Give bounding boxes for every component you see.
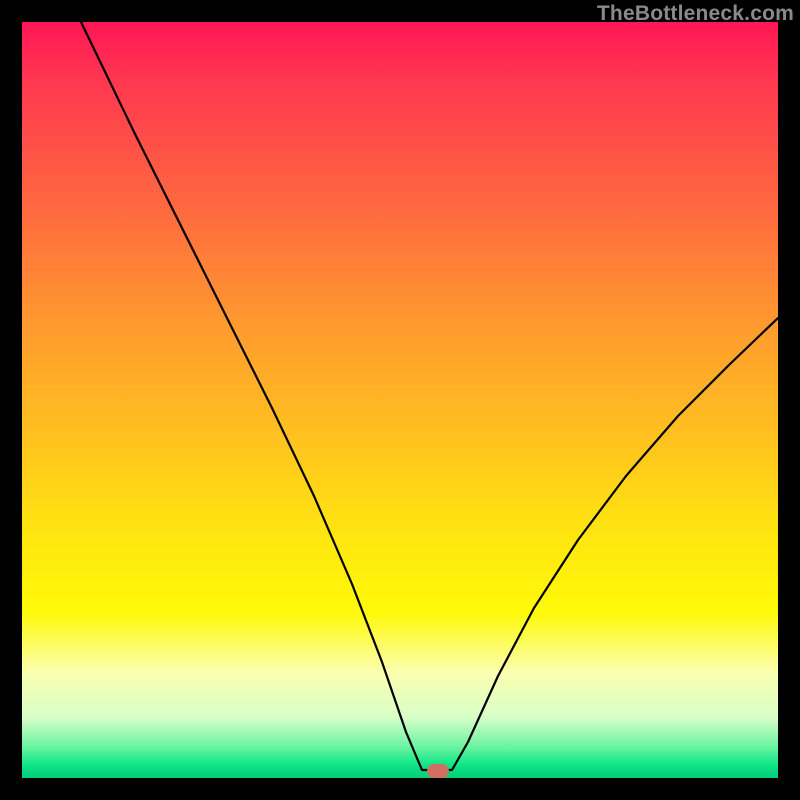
bottleneck-curve [22, 22, 778, 778]
curve-path [81, 22, 778, 770]
optimal-marker [427, 764, 449, 778]
chart-frame: TheBottleneck.com [0, 0, 800, 800]
plot-area [22, 22, 778, 778]
watermark-text: TheBottleneck.com [597, 2, 794, 26]
